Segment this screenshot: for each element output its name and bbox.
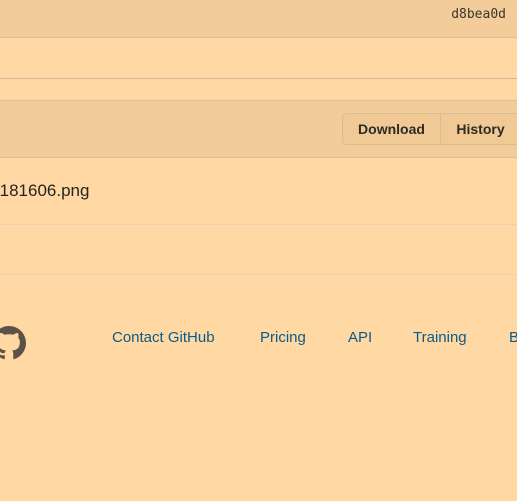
footer-link-api[interactable]: API [348, 329, 372, 346]
footer-link-training[interactable]: Training [413, 329, 467, 346]
history-button[interactable]: History [441, 113, 517, 145]
commit-bar: d8bea0d [0, 0, 517, 38]
commit-sha-link[interactable]: d8bea0d [451, 7, 506, 22]
contributors-bar [0, 38, 517, 79]
github-logo-icon[interactable] [0, 326, 26, 360]
file-header: Download History [0, 100, 517, 158]
footer: Contact GitHub Pricing API Training B [0, 322, 517, 362]
download-button[interactable]: Download [342, 113, 441, 145]
page: d8bea0d Download History 01181606.png Co… [0, 0, 517, 501]
footer-link-contact-github[interactable]: Contact GitHub [112, 329, 215, 346]
footer-link-blog[interactable]: B [509, 329, 517, 346]
file-name: 01181606.png [0, 181, 90, 200]
footer-link-pricing[interactable]: Pricing [260, 329, 306, 346]
file-body: 01181606.png [0, 157, 517, 225]
footer-divider [0, 274, 517, 275]
file-actions-button-group: Download History [342, 113, 517, 145]
